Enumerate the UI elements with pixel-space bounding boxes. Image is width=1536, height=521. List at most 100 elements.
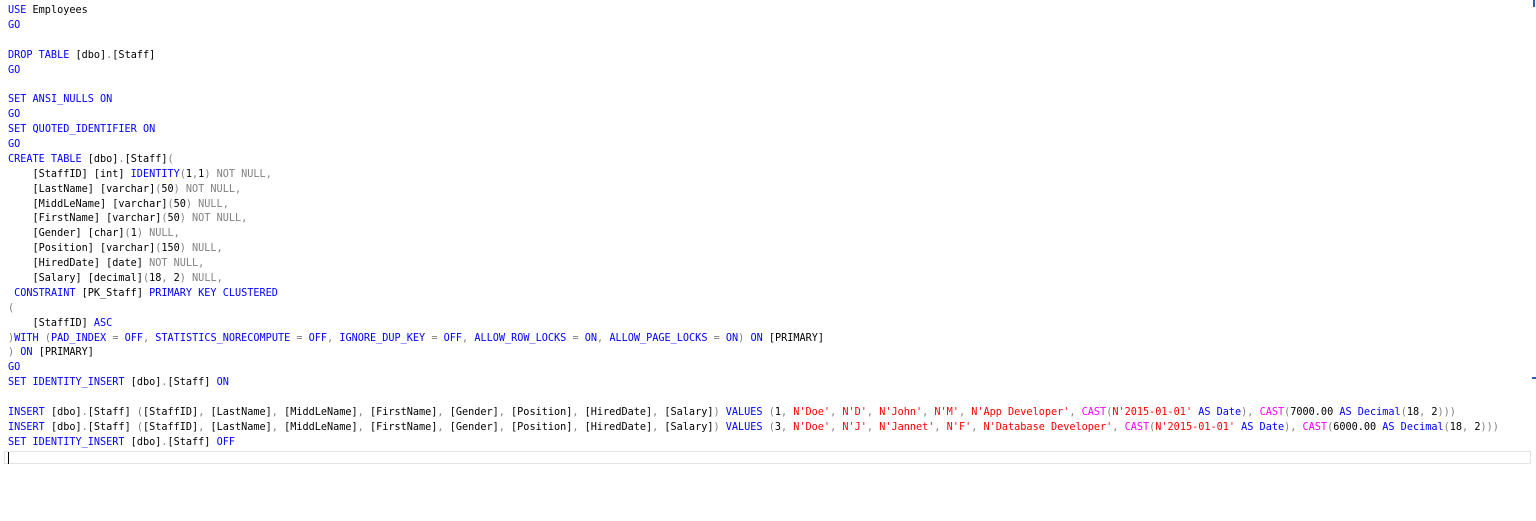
identifier-token: [PRIMARY] xyxy=(32,347,94,359)
identifier-token: [Gender] [char] xyxy=(8,228,125,240)
code-line[interactable]: SET IDENTITY_INSERT [dbo].[Staff] OFF xyxy=(8,436,1532,451)
keyword-token: AS Date xyxy=(1241,421,1285,433)
identifier-token: [PRIMARY] xyxy=(762,332,825,344)
identifier-token: [dbo] xyxy=(124,436,162,448)
code-line[interactable]: ​ xyxy=(8,451,1532,466)
string-token: N'App Developer' xyxy=(971,407,1070,419)
code-line[interactable]: GO xyxy=(8,361,1532,376)
identifier-token: [StaffID] [int] xyxy=(8,168,131,180)
operator-token: ) NULL, xyxy=(179,243,223,255)
identifier-token: [Position] [varchar] xyxy=(8,243,156,255)
function-token: CAST xyxy=(1302,421,1328,433)
identifier-token: [MiddLeName] xyxy=(277,421,358,433)
operator-token: ) NULL, xyxy=(185,198,229,210)
keyword-token: GO xyxy=(8,139,21,151)
string-token: N'John' xyxy=(879,407,923,419)
keyword-token: ON xyxy=(750,332,763,344)
code-line[interactable]: DROP TABLE [dbo].[Staff] xyxy=(8,49,1532,64)
keyword-token: OFF xyxy=(216,436,235,448)
keyword-token: SET IDENTITY_INSERT xyxy=(8,377,125,389)
identifier-token: 2 xyxy=(167,273,180,285)
identifier-token: [Staff] xyxy=(167,436,217,448)
identifier-token: [Position] xyxy=(504,421,573,433)
code-line[interactable]: ) ON [PRIMARY] xyxy=(8,346,1532,361)
identifier-token: 50 xyxy=(173,198,186,210)
identifier-token: [HiredDate] [date] xyxy=(8,258,150,270)
code-line[interactable]: [LastName] [varchar](50) NOT NULL, xyxy=(8,183,1532,198)
keyword-token: ANSI_NULLS ON xyxy=(32,94,113,106)
code-line[interactable]: INSERT [dbo].[Staff] ([StaffID], [LastNa… xyxy=(8,406,1532,421)
string-token: N'2015-01-01' xyxy=(1155,421,1236,433)
string-token: N'2015-01-01' xyxy=(1112,407,1193,419)
code-line[interactable]: GO xyxy=(8,64,1532,79)
code-line[interactable]: ​ xyxy=(8,78,1532,93)
keyword-token: ON xyxy=(216,377,229,389)
function-token: CAST xyxy=(1124,421,1150,433)
code-line[interactable]: [Gender] [char](1) NULL, xyxy=(8,227,1532,242)
code-line[interactable]: [StaffID] [int] IDENTITY(1,1) NOT NULL, xyxy=(8,168,1532,183)
keyword-token: WITH xyxy=(14,332,39,344)
identifier-token: [StaffID] xyxy=(142,407,199,419)
identifier-token: [LastName] xyxy=(204,421,272,433)
code-line[interactable]: [HiredDate] [date] NOT NULL, xyxy=(8,257,1532,272)
keyword-token: INSERT xyxy=(8,407,45,419)
keyword-token: PRIMARY KEY CLUSTERED xyxy=(149,287,278,299)
operator-token: ) NULL, xyxy=(179,273,223,285)
identifier-token: [Salary] xyxy=(658,421,714,433)
identifier-token: [LastName] [varchar] xyxy=(8,183,156,195)
identifier-token: [Staff] xyxy=(87,407,137,419)
code-line[interactable]: ​ xyxy=(8,391,1532,406)
code-line[interactable]: SET IDENTITY_INSERT [dbo].[Staff] ON xyxy=(8,376,1532,391)
identifier-token: [HiredDate] xyxy=(578,407,653,419)
code-line[interactable]: [Position] [varchar](150) NULL, xyxy=(8,242,1532,257)
sql-query-editor[interactable]: USE EmployeesGO​DROP TABLE [dbo].[Staff]… xyxy=(0,0,1536,521)
code-line[interactable]: SET ANSI_NULLS ON xyxy=(8,93,1532,108)
code-line[interactable]: USE Employees xyxy=(8,4,1532,19)
operator-token: ))) xyxy=(1437,407,1456,419)
identifier-token: [Staff] xyxy=(87,421,137,433)
code-line[interactable]: CONSTRAINT [PK_Staff] PRIMARY KEY CLUSTE… xyxy=(8,287,1532,302)
keyword-token: VALUES xyxy=(725,421,763,433)
code-line[interactable]: [FirstName] [varchar](50) NOT NULL, xyxy=(8,212,1532,227)
code-line[interactable]: CREATE TABLE [dbo].[Staff]( xyxy=(8,153,1532,168)
code-line[interactable]: INSERT [dbo].[Staff] ([StaffID], [LastNa… xyxy=(8,421,1532,436)
code-line[interactable]: [StaffID] ASC xyxy=(8,317,1532,332)
keyword-token: AS Date xyxy=(1198,407,1242,419)
keyword-token: DROP TABLE xyxy=(8,49,70,61)
code-line[interactable]: [MiddLeName] [varchar](50) NULL, xyxy=(8,198,1532,213)
code-line[interactable]: )WITH (PAD_INDEX = OFF, STATISTICS_NOREC… xyxy=(8,332,1532,347)
identifier-token: [Staff] xyxy=(124,153,168,165)
code-line[interactable]: ( xyxy=(8,302,1532,317)
identifier-token: 50 xyxy=(167,213,180,225)
operator-token: NOT NULL, xyxy=(149,258,205,270)
keyword-token: SET xyxy=(8,94,27,106)
keyword-token: ALLOW_PAGE_LOCKS xyxy=(609,332,708,344)
code-line[interactable]: ​ xyxy=(8,34,1532,49)
code-line[interactable]: [Salary] [decimal](18, 2) NULL, xyxy=(8,272,1532,287)
identifier-token: [FirstName] xyxy=(363,407,438,419)
identifier-token: 18 xyxy=(1449,421,1463,433)
identifier-token: [dbo] xyxy=(124,377,162,389)
identifier-token: [LastName] xyxy=(204,407,272,419)
identifier-token: 2 xyxy=(1468,421,1481,433)
operator-token: ) NOT NULL, xyxy=(179,213,248,225)
identifier-token: [Salary] xyxy=(658,407,714,419)
function-token: CAST xyxy=(1081,407,1107,419)
scrollbar-marker xyxy=(1532,377,1536,379)
string-token: N'J' xyxy=(842,421,867,433)
keyword-token: ALLOW_ROW_LOCKS xyxy=(474,332,567,344)
code-line[interactable]: GO xyxy=(8,138,1532,153)
operator-token: ) NOT NULL, xyxy=(173,183,242,195)
identifier-token: 7000.00 xyxy=(1290,407,1340,419)
function-token: CAST xyxy=(1259,407,1285,419)
code-line[interactable]: GO xyxy=(8,108,1532,123)
string-token: N'Doe' xyxy=(793,421,831,433)
keyword-token: OFF xyxy=(124,332,143,344)
code-line[interactable]: GO xyxy=(8,19,1532,34)
identifier-token: [PK_Staff] xyxy=(75,287,150,299)
identifier-token: [MiddLeName] [varchar] xyxy=(8,198,168,210)
code-line[interactable]: SET QUOTED_IDENTIFIER ON xyxy=(8,123,1532,138)
keyword-token: GO xyxy=(8,64,21,76)
keyword-token: ON xyxy=(20,347,33,359)
code-text-area[interactable]: USE EmployeesGO​DROP TABLE [dbo].[Staff]… xyxy=(8,4,1532,466)
